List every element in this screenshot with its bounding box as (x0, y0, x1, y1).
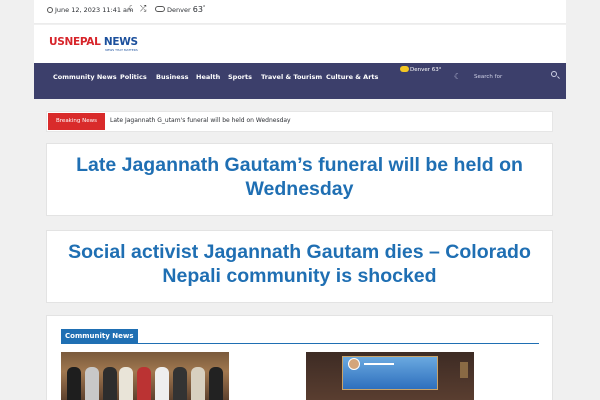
section-divider (61, 343, 539, 344)
breaking-news-bar: Breaking News Late Jagannath G_utam's fu… (46, 111, 553, 132)
headline-link[interactable]: Social activist Jagannath Gautam dies – … (47, 231, 552, 288)
nav-item-travel-tourism[interactable]: Travel & Tourism (261, 72, 322, 82)
clock-icon (47, 7, 53, 13)
weather-unit: ° (202, 5, 206, 11)
date-text: June 12, 2023 11:41 am (55, 6, 134, 14)
headline-link[interactable]: Late Jagannath Gautam’s funeral will be … (47, 144, 552, 201)
header: USNEPAL NEWS NEWS THAT MATTERS (34, 25, 566, 63)
nav-item-business[interactable]: Business (156, 72, 188, 82)
headline-card: Social activist Jagannath Gautam dies – … (46, 230, 553, 303)
nav-item-sports[interactable]: Sports (228, 72, 252, 82)
shuffle-icon[interactable]: ⤮ (140, 4, 146, 14)
page: June 12, 2023 11:41 am ☾ ⤮ Denver 63° US… (34, 0, 566, 400)
nav-item-community-news[interactable]: Community News (53, 72, 117, 82)
search-icon[interactable] (551, 71, 557, 77)
weather-temp: 63 (192, 5, 203, 15)
section-title[interactable]: Community News (61, 329, 138, 343)
community-news-section: Community News (46, 315, 553, 400)
nav-item-politics[interactable]: Politics (120, 72, 147, 82)
breaking-news-label: Breaking News (48, 113, 105, 130)
logo-part1: USNEPAL (49, 36, 101, 48)
headline-card: Late Jagannath Gautam’s funeral will be … (46, 143, 553, 216)
article-thumbnail[interactable] (61, 352, 229, 400)
nav-weather-text: Denver 63° (410, 67, 442, 73)
site-logo[interactable]: USNEPAL NEWS NEWS THAT MATTERS (49, 36, 138, 52)
weather-widget: Denver 63° (155, 2, 205, 16)
logo-tagline: NEWS THAT MATTERS (105, 48, 138, 52)
main-nav: Community News Politics Business Health … (34, 63, 566, 99)
nav-item-culture-arts[interactable]: Culture & Arts (326, 72, 378, 82)
top-bar: June 12, 2023 11:41 am ☾ ⤮ Denver 63° (34, 0, 566, 24)
breaking-news-ticker[interactable]: Late Jagannath G_utam's funeral will be … (110, 116, 291, 126)
cloud-sun-icon (400, 66, 409, 72)
article-thumbnail[interactable] (306, 352, 474, 400)
cloud-icon (155, 6, 165, 13)
weather-city: Denver (167, 6, 191, 15)
nav-item-health[interactable]: Health (196, 72, 220, 82)
logo-part2: NEWS (103, 36, 138, 48)
moon-icon[interactable]: ☾ (128, 4, 135, 14)
search-input[interactable] (474, 70, 560, 94)
nav-weather: Denver 63° (400, 66, 442, 74)
current-date: June 12, 2023 11:41 am (47, 5, 133, 15)
search-box (474, 63, 560, 94)
dark-mode-icon[interactable]: ☾ (454, 72, 461, 82)
